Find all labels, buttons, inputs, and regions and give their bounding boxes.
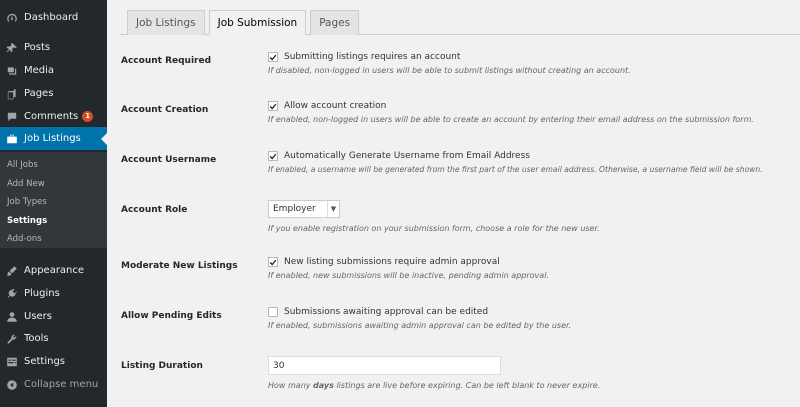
sidebar-item-label: Comments [24,111,79,122]
sidebar-item-posts[interactable]: Posts [0,36,107,59]
pending-edits-label: Allow Pending Edits [121,311,222,321]
field-description: If enabled, new submissions will be inac… [268,271,549,280]
desc-text: How many [268,381,314,390]
moderate-listings-label: Moderate New Listings [121,261,238,271]
sidebar-item-label: Collapse menu [24,379,99,390]
comment-icon [6,111,18,123]
sidebar-item-label: Settings [24,356,66,367]
submenu-item-job-types[interactable]: Job Types [0,193,107,212]
field-description: If enabled, a username will be generated… [268,165,763,174]
account-role-select[interactable]: Employer ▼ [268,200,340,218]
pending-edits-field: Submissions awaiting approval can be edi… [268,307,571,330]
media-icon [6,65,18,77]
submenu-item-add-new[interactable]: Add New [0,175,107,194]
brush-icon [6,265,18,277]
sidebar-item-label: Job Listings [24,133,81,144]
pending-edits-checkbox[interactable] [268,307,278,317]
account-creation-checkbox[interactable] [268,101,278,111]
checkbox-label: Submitting listings requires an account [284,52,461,62]
sidebar-item-job-listings[interactable]: Job Listings [0,127,107,150]
sidebar-item-label: Plugins [24,288,60,299]
field-description: If disabled, non-logged in users will be… [268,66,631,75]
account-role-field: Employer ▼ If you enable registration on… [268,200,600,233]
pin-icon [6,42,18,54]
sidebar-item-settings[interactable]: Settings [0,350,107,373]
desc-text: listings are live before expiring. Can b… [333,381,601,390]
sidebar-item-label: Users [24,311,53,322]
settings-tabs: Job Listings Job Submission Pages [127,10,363,35]
account-creation-field: Allow account creation If enabled, non-l… [268,101,754,124]
page-icon [6,88,18,100]
submenu-item-add-ons[interactable]: Add-ons [0,230,107,249]
chevron-down-icon: ▼ [327,201,339,217]
submenu-item-settings[interactable]: Settings [0,212,107,231]
field-description: How many days listings are live before e… [268,381,600,390]
briefcase-icon [6,133,18,145]
active-indicator [101,133,107,145]
field-description: If you enable registration on your submi… [268,224,600,233]
account-required-label: Account Required [121,56,212,66]
sidebar-item-label: Appearance [24,265,85,276]
admin-sidebar: Dashboard Posts Media Pages Comments 1 J… [0,0,107,407]
field-description: If enabled, submissions awaiting admin a… [268,321,572,330]
checkbox-label: New listing submissions require admin ap… [284,257,500,267]
account-required-field: Submitting listings requires an account … [268,52,631,75]
job-listings-submenu: All Jobs Add New Job Types Settings Add-… [0,152,107,248]
desc-bold-text: days [313,381,334,390]
collapse-menu-button[interactable]: Collapse menu [0,373,107,396]
listing-duration-label: Listing Duration [121,361,203,371]
sidebar-item-users[interactable]: Users [0,305,107,328]
checkbox-label: Automatically Generate Username from Ema… [284,151,530,161]
wrench-icon [6,333,18,345]
moderate-listings-field: New listing submissions require admin ap… [268,257,549,280]
account-role-label: Account Role [121,205,188,215]
collapse-icon [6,379,18,391]
sidebar-item-media[interactable]: Media [0,59,107,82]
sidebar-item-label: Pages [24,88,54,99]
account-creation-label: Account Creation [121,105,209,115]
sidebar-item-dashboard[interactable]: Dashboard [0,6,107,29]
sidebar-item-comments[interactable]: Comments 1 [0,105,107,128]
checkbox-label: Submissions awaiting approval can be edi… [284,307,489,317]
dashboard-icon [6,12,18,24]
sidebar-item-tools[interactable]: Tools [0,327,107,350]
sidebar-item-label: Dashboard [24,12,79,23]
submenu-item-all-jobs[interactable]: All Jobs [0,156,107,175]
settings-icon [6,356,18,368]
account-username-field: Automatically Generate Username from Ema… [268,151,763,174]
selected-role: Employer [273,204,316,214]
comment-count-badge: 1 [82,111,94,122]
listing-duration-field: 30 How many days listings are live befor… [268,356,600,390]
account-required-checkbox[interactable] [268,52,278,62]
tab-pages[interactable]: Pages [310,10,360,35]
field-description: If enabled, non-logged in users will be … [268,115,754,124]
sidebar-item-pages[interactable]: Pages [0,82,107,105]
checkbox-label: Allow account creation [284,101,387,111]
sidebar-item-label: Posts [24,42,51,53]
moderate-listings-checkbox[interactable] [268,257,278,267]
listing-duration-input[interactable]: 30 [268,356,501,375]
user-icon [6,311,18,323]
tab-job-submission[interactable]: Job Submission [208,10,307,35]
tab-job-listings[interactable]: Job Listings [127,10,205,35]
sidebar-item-appearance[interactable]: Appearance [0,259,107,282]
account-username-label: Account Username [121,155,217,165]
sidebar-item-plugins[interactable]: Plugins [0,282,107,305]
sidebar-item-label: Tools [24,333,49,344]
account-username-checkbox[interactable] [268,151,278,161]
plugin-icon [6,288,18,300]
sidebar-item-label: Media [24,65,55,76]
